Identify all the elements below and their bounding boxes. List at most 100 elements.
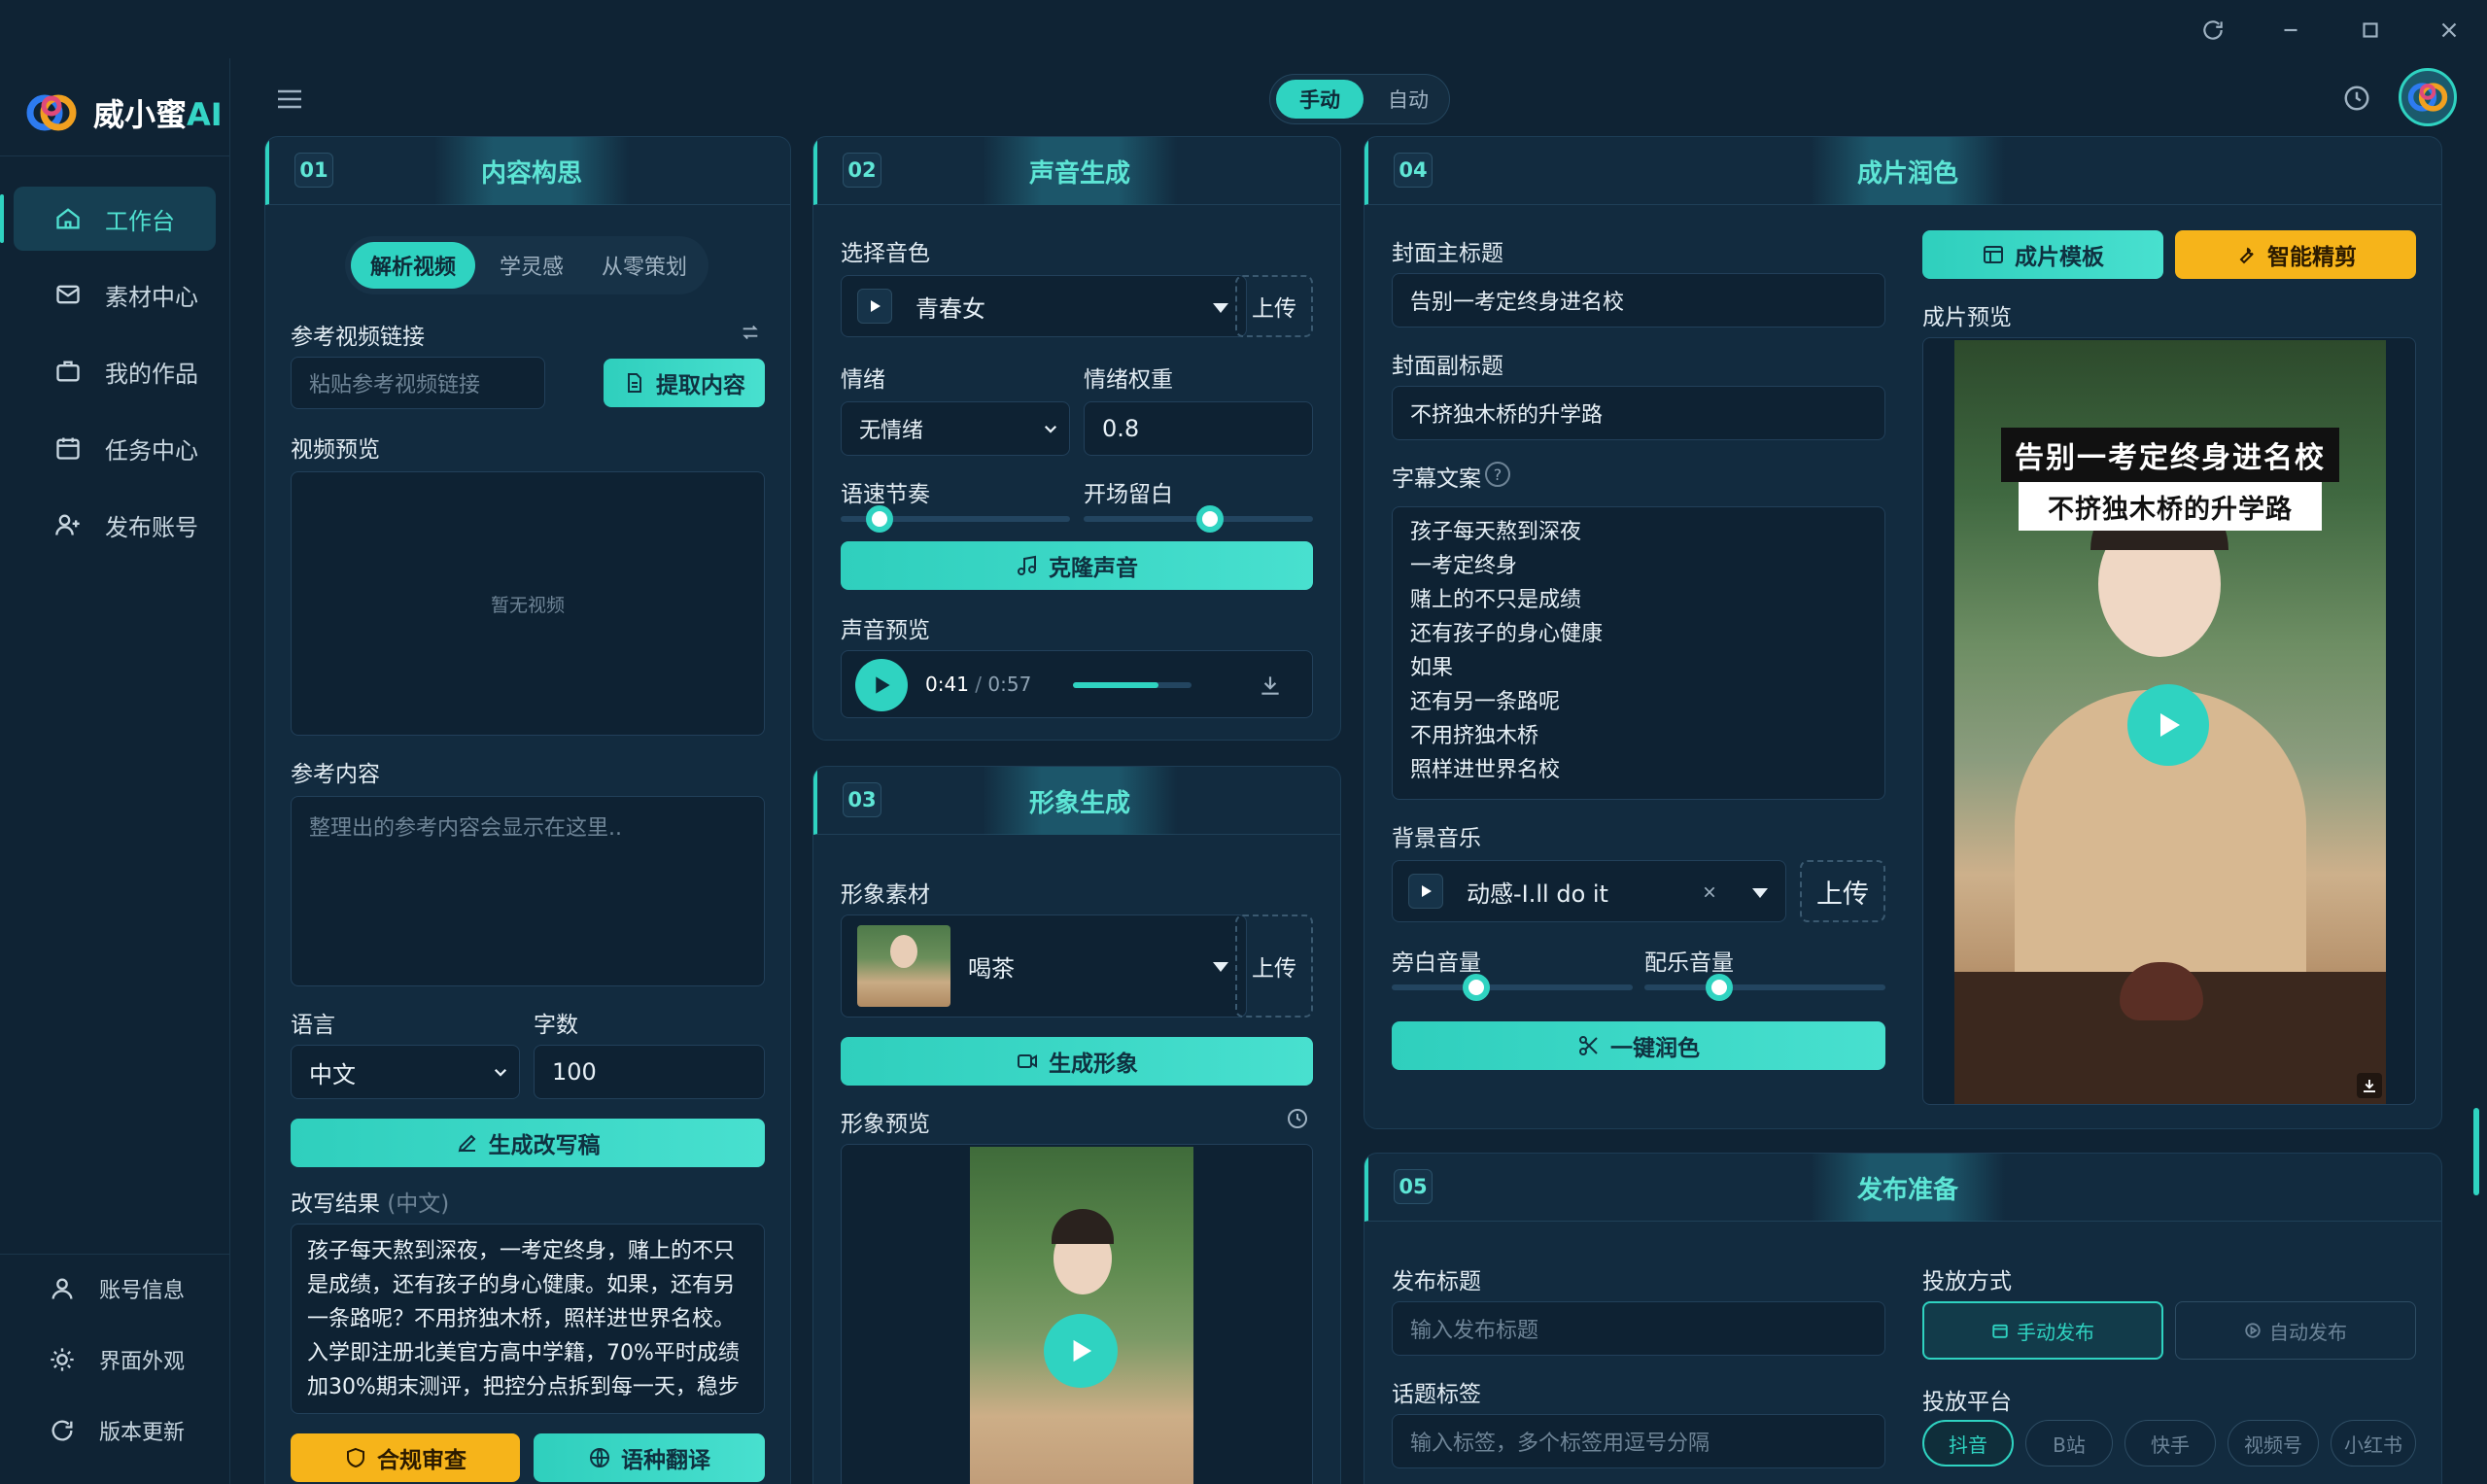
sidebar-item-tasks[interactable]: 任务中心: [14, 416, 216, 480]
bgm-upload-button[interactable]: 上传: [1800, 860, 1885, 922]
tab-inspiration[interactable]: 学灵感: [483, 242, 580, 289]
ref-link-input[interactable]: 粘贴参考视频链接: [291, 357, 545, 409]
scissors-icon: [1579, 1036, 1598, 1055]
sidebar-item-update[interactable]: 版本更新: [49, 1415, 185, 1446]
music-volume-track[interactable]: [1644, 984, 1885, 990]
speed-slider-thumb[interactable]: [866, 505, 894, 533]
publish-title-input[interactable]: 输入发布标题: [1392, 1301, 1885, 1356]
pause-slider-thumb[interactable]: [1195, 505, 1224, 533]
material-select[interactable]: 喝茶: [841, 915, 1247, 1018]
platform-bilibili[interactable]: B站: [2025, 1420, 2113, 1467]
voice-label: 选择音色: [841, 241, 930, 266]
emotion-weight-input[interactable]: 0.8: [1084, 401, 1313, 456]
final-play-button[interactable]: [2127, 684, 2209, 766]
refresh-icon[interactable]: [2200, 17, 2226, 43]
help-icon[interactable]: ?: [1485, 462, 1510, 487]
audio-play-button[interactable]: [855, 659, 908, 711]
card-header: 03 形象生成: [813, 767, 1340, 835]
play-icon: [1073, 1339, 1092, 1363]
menu-icon[interactable]: [276, 87, 303, 111]
language-value: 中文: [309, 1060, 356, 1088]
avatar[interactable]: [2399, 68, 2457, 126]
history-icon[interactable]: [1286, 1107, 1309, 1130]
emotion-select[interactable]: 无情绪: [841, 401, 1070, 456]
clone-voice-label: 克隆声音: [1049, 556, 1138, 581]
clone-voice-button[interactable]: 克隆声音: [841, 541, 1313, 590]
bgm-select[interactable]: 动感-I.ll do it: [1392, 860, 1786, 922]
close-icon[interactable]: [2436, 17, 2462, 43]
smart-cut-button[interactable]: 智能精剪: [2175, 230, 2416, 279]
sidebar-item-accounts[interactable]: 发布账号: [14, 493, 216, 557]
generate-avatar-button[interactable]: 生成形象: [841, 1037, 1313, 1086]
manual-publish-button[interactable]: 手动发布: [1922, 1301, 2163, 1360]
narration-volume-label: 旁白音量: [1392, 950, 1481, 976]
avatar-play-button[interactable]: [1044, 1314, 1118, 1388]
voice-play-button[interactable]: [857, 289, 892, 324]
material-upload-button[interactable]: 上传: [1235, 915, 1313, 1018]
publish-title-label: 发布标题: [1392, 1269, 1481, 1294]
maximize-icon[interactable]: [2358, 17, 2383, 43]
narration-volume-thumb[interactable]: [1462, 974, 1490, 1001]
audio-time: 0:41 / 0:57: [925, 673, 1032, 696]
subtitle-line: 一考定终身: [1410, 554, 1518, 578]
one-click-polish-button[interactable]: 一键润色: [1392, 1021, 1885, 1070]
language-select[interactable]: 中文: [291, 1045, 520, 1099]
play-circle-icon: [2245, 1323, 2261, 1338]
user-icon: [52, 1278, 73, 1299]
material-value: 喝茶: [968, 954, 1015, 983]
voice-select[interactable]: 青春女: [841, 275, 1247, 337]
voice-upload-button[interactable]: 上传: [1235, 275, 1313, 337]
tags-input[interactable]: 输入标签，多个标签用逗号分隔: [1392, 1414, 1885, 1468]
cover-subtitle-input[interactable]: 不挤独木桥的升学路: [1392, 386, 1885, 440]
music-note-icon: [1018, 555, 1036, 575]
rewrite-result-textarea[interactable]: 孩子每天熬到深夜，一考定终身，赌上的不只是成绩，还有孩子的身心健康。如果，还有另…: [291, 1224, 765, 1414]
template-button[interactable]: 成片模板: [1922, 230, 2163, 279]
auto-publish-button[interactable]: 自动发布: [2175, 1301, 2416, 1360]
platform-channels[interactable]: 视频号: [2228, 1420, 2319, 1467]
sidebar-item-appearance[interactable]: 界面外观: [49, 1344, 185, 1375]
mode-auto-button[interactable]: 自动: [1367, 80, 1449, 119]
scrollbar-thumb[interactable]: [2473, 1108, 2479, 1195]
translate-button[interactable]: 语种翻译: [534, 1433, 765, 1482]
final-video: 告别一考定终身进名校 不挤独木桥的升学路: [1954, 340, 2386, 1104]
platform-kuaishou[interactable]: 快手: [2124, 1420, 2216, 1467]
music-volume-thumb[interactable]: [1705, 974, 1733, 1001]
sidebar-item-account-info[interactable]: 账号信息: [49, 1273, 185, 1304]
swap-icon[interactable]: [740, 322, 761, 343]
minimize-icon[interactable]: [2278, 17, 2303, 43]
pen-icon: [458, 1134, 475, 1153]
cover-title-input[interactable]: 告别一考定终身进名校: [1392, 273, 1885, 328]
ref-content-label: 参考内容: [291, 762, 380, 787]
sidebar-item-works[interactable]: 我的作品: [14, 339, 216, 403]
home-icon: [56, 208, 80, 229]
audio-progress-track[interactable]: [1073, 682, 1192, 688]
sidebar-item-materials[interactable]: 素材中心: [14, 262, 216, 327]
generate-rewrite-button[interactable]: 生成改写稿: [291, 1119, 765, 1167]
platform-douyin[interactable]: 抖音: [1922, 1420, 2014, 1467]
ref-content-textarea[interactable]: 整理出的参考内容会显示在这里..: [291, 796, 765, 986]
tab-from-scratch[interactable]: 从零策划: [586, 242, 703, 289]
card-header: 05 发布准备: [1364, 1154, 2441, 1222]
mode-toggle[interactable]: 手动 自动: [1269, 74, 1450, 124]
platform-xiaohongshu[interactable]: 小红书: [2331, 1420, 2416, 1467]
tab-parse-video[interactable]: 解析视频: [351, 242, 475, 289]
compliance-check-button[interactable]: 合规审查: [291, 1433, 520, 1482]
narration-volume-track[interactable]: [1392, 984, 1633, 990]
brand-name: 威小蜜AI: [93, 96, 223, 133]
final-preview-label: 成片预览: [1922, 305, 2012, 330]
card-header: 02 声音生成: [813, 137, 1340, 205]
manual-publish-label: 手动发布: [2017, 1320, 2094, 1344]
card-title: 形象生成: [983, 767, 1177, 835]
history-icon[interactable]: [2342, 84, 2371, 113]
card-title: 发布准备: [1811, 1154, 2005, 1222]
mode-manual-button[interactable]: 手动: [1276, 80, 1364, 119]
word-count-input[interactable]: 100: [534, 1045, 765, 1099]
bgm-play-button[interactable]: [1408, 874, 1443, 909]
sidebar-item-workbench[interactable]: 工作台: [0, 187, 216, 251]
download-icon[interactable]: [1258, 673, 1283, 698]
extract-content-button[interactable]: 提取内容: [604, 359, 765, 407]
clear-icon[interactable]: [1702, 884, 1717, 900]
mail-icon: [56, 285, 80, 304]
download-button[interactable]: [2357, 1073, 2382, 1098]
subtitle-textarea[interactable]: 孩子每天熬到深夜 一考定终身 赌上的不只是成绩 还有孩子的身心健康 如果 还有另…: [1392, 506, 1885, 800]
